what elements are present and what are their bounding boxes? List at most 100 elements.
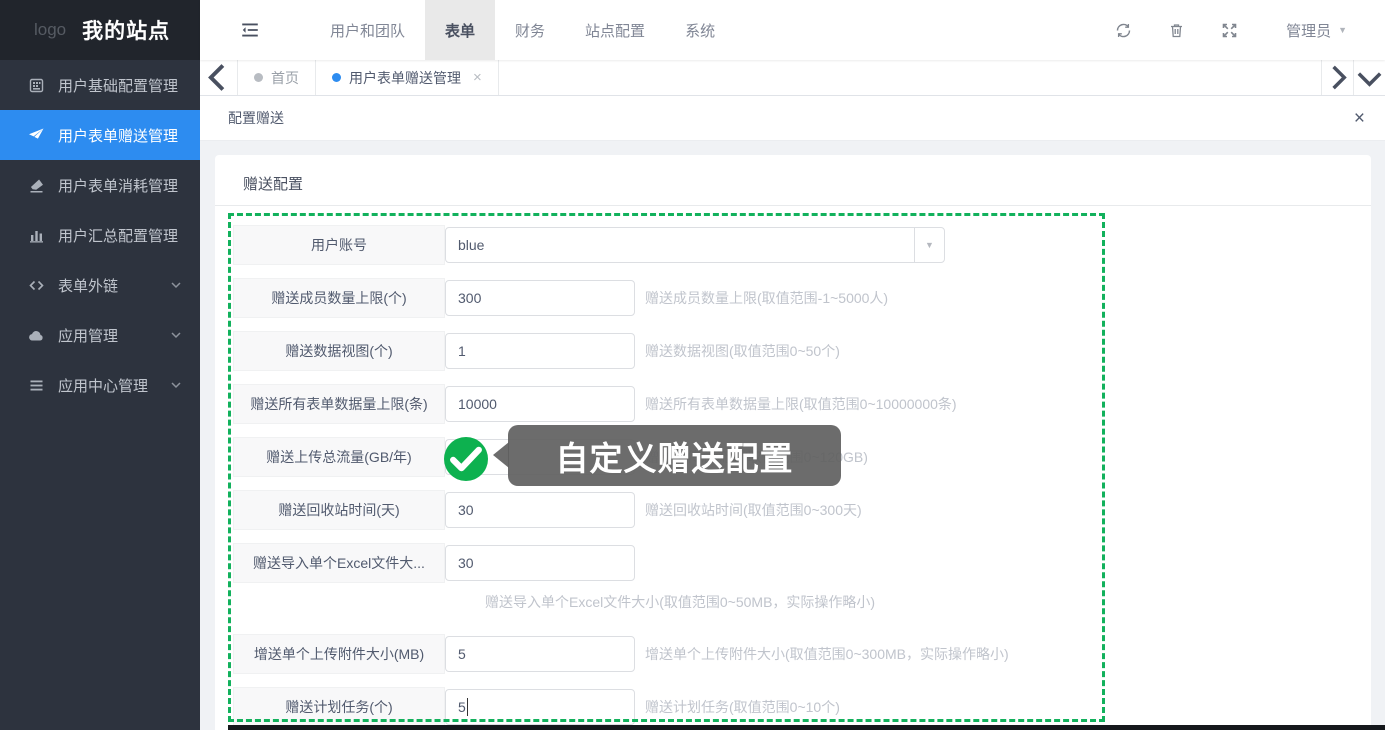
topnav-finance[interactable]: 财务	[495, 0, 565, 60]
field-hint: 赠送所有表单数据量上限(取值范围0~10000000条)	[645, 394, 957, 414]
external-link-icon	[28, 277, 45, 294]
cloud-icon	[28, 327, 45, 344]
field-label: 赠送回收站时间(天)	[233, 490, 445, 530]
top-header: logo 我的站点 用户和团队 表单 财务 站点配置 系统	[0, 0, 1385, 60]
sidebar-item-label: 表单外链	[58, 275, 118, 296]
admin-menu[interactable]: 管理员 ▼	[1286, 20, 1347, 41]
admin-label: 管理员	[1286, 20, 1331, 41]
field-hint: 增送单个上传附件大小(取值范围0~300MB，实际操作略小)	[645, 644, 1009, 664]
sidebar-item-user-summary-config[interactable]: 用户汇总配置管理	[0, 210, 200, 260]
main-area: 首页 用户表单赠送管理 × 配置赠送 × 赠送配置	[200, 60, 1385, 730]
logo-area: logo 我的站点	[0, 0, 200, 60]
field-label: 赠送成员数量上限(个)	[233, 278, 445, 318]
field-label: 用户账号	[233, 225, 445, 265]
site-title: 我的站点	[82, 15, 170, 45]
grid-icon	[28, 77, 45, 94]
bottom-edge-strip	[228, 725, 1385, 730]
form-row-attachment-size: 增送单个上传附件大小(MB) 5 增送单个上传附件大小(取值范围0~300MB，…	[233, 634, 1009, 674]
page-title-bar: 配置赠送 ×	[200, 96, 1385, 141]
field-hint: 赠送成员数量上限(取值范围-1~5000人)	[645, 288, 888, 308]
header-actions: 管理员 ▼	[1115, 0, 1385, 60]
field-hint: 赠送导入单个Excel文件大小(取值范围0~50MB，实际操作略小)	[485, 592, 875, 612]
tabbar-spacer	[499, 60, 1321, 95]
field-label: 赠送导入单个Excel文件大...	[233, 543, 445, 583]
topnav-system[interactable]: 系统	[665, 0, 735, 60]
sidebar-item-app-center-management[interactable]: 应用中心管理	[0, 360, 200, 410]
field-label: 赠送上传总流量(GB/年)	[233, 437, 445, 477]
chevron-down-icon	[170, 379, 182, 391]
form-row-excel-size: 赠送导入单个Excel文件大... 30	[233, 543, 635, 583]
card-title: 赠送配置	[243, 173, 303, 194]
caret-down-icon: ▼	[914, 228, 944, 262]
app-window: logo 我的站点 用户和团队 表单 财务 站点配置 系统	[0, 0, 1385, 730]
check-cursor-icon	[444, 437, 488, 481]
sidebar-item-user-form-consume[interactable]: 用户表单消耗管理	[0, 160, 200, 210]
form-row-data-views: 赠送数据视图(个) 1 赠送数据视图(取值范围0~50个)	[233, 331, 840, 371]
sidebar-item-label: 应用管理	[58, 325, 118, 346]
form-row-scheduled-tasks: 赠送计划任务(个) 5 赠送计划任务(取值范围0~10个)	[233, 687, 840, 727]
tab-close-icon[interactable]: ×	[473, 69, 482, 86]
trash-icon[interactable]	[1168, 22, 1185, 39]
sidebar-item-app-management[interactable]: 应用管理	[0, 310, 200, 360]
field-label: 增送单个上传附件大小(MB)	[233, 634, 445, 674]
topnav-forms[interactable]: 表单	[425, 0, 495, 60]
form-row-member-limit: 赠送成员数量上限(个) 300 赠送成员数量上限(取值范围-1~5000人)	[233, 278, 888, 318]
tab-user-form-gift[interactable]: 用户表单赠送管理 ×	[316, 60, 499, 95]
field-label: 赠送数据视图(个)	[233, 331, 445, 371]
sidebar-item-form-external-link[interactable]: 表单外链	[0, 260, 200, 310]
sidebar-item-label: 用户基础配置管理	[58, 75, 178, 96]
paper-plane-icon	[28, 127, 45, 144]
sidebar-item-user-form-gift[interactable]: 用户表单赠送管理	[0, 110, 200, 160]
attachment-size-input[interactable]: 5	[445, 636, 635, 672]
tabs-scroll-left-button[interactable]	[200, 60, 238, 95]
tab-label: 用户表单赠送管理	[349, 68, 461, 88]
select-value: blue	[446, 228, 914, 262]
header-bar: 用户和团队 表单 财务 站点配置 系统 管理员 ▼	[200, 0, 1385, 60]
sidebar-item-label: 用户表单赠送管理	[58, 125, 178, 146]
user-account-select[interactable]: blue ▼	[445, 227, 945, 263]
chevron-down-icon	[170, 279, 182, 291]
tabs-menu-button[interactable]	[1353, 60, 1385, 95]
tab-status-dot	[254, 73, 263, 82]
scheduled-tasks-input[interactable]: 5	[445, 689, 635, 725]
member-limit-input[interactable]: 300	[445, 280, 635, 316]
sidebar-item-label: 用户汇总配置管理	[58, 225, 178, 246]
excel-size-input[interactable]: 30	[445, 545, 635, 581]
page-title: 配置赠送	[228, 108, 284, 128]
field-hint: 赠送数据视图(取值范围0~50个)	[645, 341, 840, 361]
tab-home[interactable]: 首页	[238, 60, 316, 95]
bar-chart-icon	[28, 227, 45, 244]
top-navigation: 用户和团队 表单 财务 站点配置 系统	[310, 0, 735, 60]
sidebar-collapse-icon[interactable]	[240, 0, 260, 60]
topnav-users-teams[interactable]: 用户和团队	[310, 0, 425, 60]
topnav-site-config[interactable]: 站点配置	[565, 0, 665, 60]
field-label: 赠送所有表单数据量上限(条)	[233, 384, 445, 424]
text-cursor	[467, 698, 468, 716]
tabs-scroll-right-button[interactable]	[1321, 60, 1353, 95]
field-hint: 赠送回收站时间(取值范围0~300天)	[645, 500, 862, 520]
tab-status-dot	[332, 73, 341, 82]
close-icon[interactable]: ×	[1354, 109, 1365, 128]
menu-list-icon	[28, 377, 45, 394]
fullscreen-icon[interactable]	[1221, 22, 1238, 39]
recycle-days-input[interactable]: 30	[445, 492, 635, 528]
form-data-limit-input[interactable]: 10000	[445, 386, 635, 422]
form-row-recycle-days: 赠送回收站时间(天) 30 赠送回收站时间(取值范围0~300天)	[233, 490, 862, 530]
sidebar: 用户基础配置管理 用户表单赠送管理 用户表单消耗管理 用户汇总配置管理 表单外链	[0, 60, 200, 730]
annotation-tooltip: 自定义赠送配置	[508, 425, 841, 486]
eraser-icon	[28, 177, 45, 194]
refresh-icon[interactable]	[1115, 22, 1132, 39]
sidebar-item-label: 用户表单消耗管理	[58, 175, 178, 196]
sidebar-item-user-basic-config[interactable]: 用户基础配置管理	[0, 60, 200, 110]
content-area: 赠送配置 用户账号 blue ▼ 赠送成员数量上限(个) 300 赠送成员数量上…	[200, 141, 1385, 730]
field-label: 赠送计划任务(个)	[233, 687, 445, 727]
field-hint: 赠送计划任务(取值范围0~10个)	[645, 697, 840, 717]
divider	[215, 205, 1371, 206]
caret-down-icon: ▼	[1338, 25, 1347, 35]
sidebar-item-label: 应用中心管理	[58, 375, 148, 396]
gift-config-card: 赠送配置 用户账号 blue ▼ 赠送成员数量上限(个) 300 赠送成员数量上…	[215, 155, 1371, 730]
annotation-tooltip-text: 自定义赠送配置	[556, 432, 794, 480]
data-views-input[interactable]: 1	[445, 333, 635, 369]
chevron-down-icon	[170, 329, 182, 341]
form-row-form-data-limit: 赠送所有表单数据量上限(条) 10000 赠送所有表单数据量上限(取值范围0~1…	[233, 384, 957, 424]
